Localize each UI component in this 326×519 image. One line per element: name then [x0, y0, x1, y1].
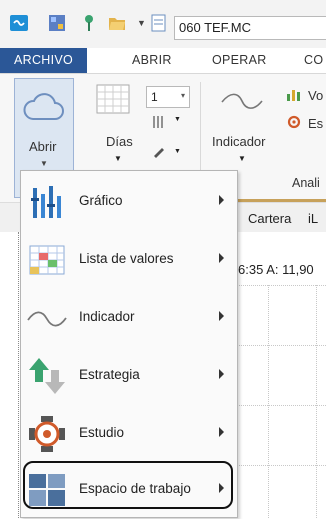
chevron-down-icon[interactable]: ▼ — [174, 148, 181, 155]
grid-list-icon — [29, 245, 65, 275]
chevron-right-icon — [219, 253, 224, 263]
days-value: 1 — [151, 90, 158, 104]
folder-open-icon[interactable] — [108, 14, 126, 32]
chevron-down-icon: ▼ — [40, 159, 48, 168]
menu-item-estudio[interactable]: Estudio — [21, 405, 237, 463]
menu-item-grafico[interactable]: Gráfico — [21, 173, 237, 231]
tab-archivo[interactable]: ARCHIVO — [0, 48, 88, 73]
tab-abrir[interactable]: ABRIR — [132, 48, 172, 73]
menu-item-label: Lista de valores — [79, 251, 174, 266]
indicator-label[interactable]: Indicador — [212, 134, 265, 149]
grid-line — [268, 285, 269, 518]
menu-item-lista-de-valores[interactable]: Lista de valores — [21, 231, 237, 289]
tab-cartera[interactable]: Cartera — [248, 211, 291, 226]
volume-bars-icon[interactable] — [286, 88, 302, 102]
pin-icon[interactable] — [80, 14, 98, 32]
chart-left-border — [18, 232, 19, 518]
chevron-right-icon — [219, 369, 224, 379]
symbol-input[interactable]: 060 TEF.MC — [174, 16, 326, 40]
tab-operar[interactable]: OPERAR — [212, 48, 267, 73]
study-gear-icon — [29, 416, 65, 452]
wave-indicator-icon — [27, 311, 67, 327]
open-label: Abrir — [29, 139, 57, 154]
chevron-down-icon[interactable]: ▼ — [238, 154, 246, 163]
chevron-down-icon[interactable]: ▼ — [174, 116, 181, 123]
chevron-right-icon — [219, 195, 224, 205]
menu-item-estrategia[interactable]: Estrategia — [21, 347, 237, 405]
compress-icon[interactable] — [150, 114, 166, 130]
menu-item-label: Gráfico — [79, 193, 123, 208]
chart-bars-icon — [31, 186, 61, 218]
chevron-down-icon[interactable]: ▾ — [181, 91, 185, 100]
study-gear-icon[interactable] — [286, 114, 302, 130]
chevron-down-icon[interactable]: ▼ — [114, 154, 122, 163]
tab-il[interactable]: iL — [308, 211, 318, 226]
menu-item-label: Indicador — [79, 309, 135, 324]
window-grid-icon[interactable] — [48, 14, 66, 32]
chevron-right-icon — [219, 427, 224, 437]
chevron-right-icon — [219, 311, 224, 321]
vo-label[interactable]: Vo — [308, 88, 323, 103]
wave-indicator-icon[interactable] — [220, 90, 264, 112]
calendar-icon[interactable] — [96, 84, 130, 114]
document-icon[interactable] — [150, 14, 168, 32]
quick-access-bar: ▼ 060 TEF.MC — [0, 0, 326, 48]
menu-item-indicador[interactable]: Indicador — [21, 289, 237, 347]
chart-header-text: 6:35 A: 11,90 — [238, 262, 314, 277]
cloud-icon — [23, 93, 64, 120]
open-dropdown-menu: Gráfico Lista de valores Indicador Estra… — [20, 170, 238, 518]
up-down-arrows-icon — [29, 358, 65, 394]
pencil-icon[interactable] — [152, 144, 166, 158]
menu-item-label: Estudio — [79, 425, 125, 440]
tab-co[interactable]: CO — [304, 48, 323, 73]
menu-bar: ARCHIVO ABRIR OPERAR CO — [0, 48, 326, 74]
group-label-analisis: Anali — [292, 176, 320, 190]
menu-item-label: Estrategia — [79, 367, 140, 382]
es-label[interactable]: Es — [308, 116, 323, 131]
chevron-down-icon[interactable]: ▼ — [137, 18, 146, 28]
highlight-outline — [23, 461, 233, 509]
days-spinner[interactable]: 1 ▾ — [146, 86, 190, 108]
link-icon[interactable] — [10, 14, 28, 32]
grid-line — [316, 285, 317, 518]
days-label[interactable]: Días — [106, 134, 133, 149]
